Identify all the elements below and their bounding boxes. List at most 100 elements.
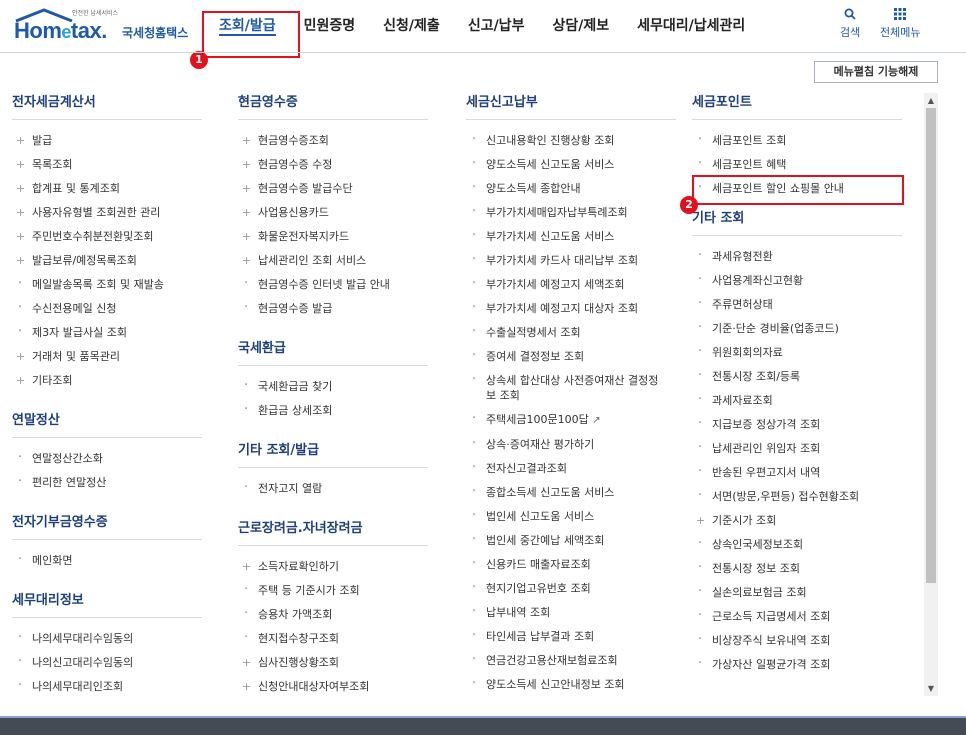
menu-item[interactable]: 심사진행상황조회	[238, 650, 428, 674]
menu-item[interactable]: 전자신고결과조회	[466, 456, 676, 480]
menu-item[interactable]: 세금포인트 조회	[692, 128, 902, 152]
gnb-apply-submit[interactable]: 신청/제출	[369, 0, 454, 52]
menu-item[interactable]: 상속·증여재산 평가하기	[466, 432, 676, 456]
menu-item[interactable]: 반송된 우편고지서 내역	[692, 460, 902, 484]
menu-item[interactable]: 상속세 합산대상 사전증여재산 결정정보 조회	[466, 368, 666, 407]
menu-item[interactable]: 양도소득세 신고안내정보 조회	[466, 672, 676, 696]
menu-item[interactable]: 신청안내대상자여부조회	[238, 674, 428, 698]
gnb-civil-certificate[interactable]: 민원증명	[290, 0, 370, 52]
menu-item[interactable]: 화물운전자복지카드	[238, 224, 428, 248]
menu-item[interactable]: 현지접수창구조회	[238, 626, 428, 650]
menu-column-3: 세금신고납부 신고내용확인 진행상황 조회 양도소득세 신고도움 서비스 양도소…	[466, 92, 676, 704]
menu-item[interactable]: 소득자료확인하기	[238, 554, 428, 578]
menu-item[interactable]: 환급금 상세조회	[238, 398, 428, 422]
menu-item[interactable]: 증여세 결정정보 조회	[466, 344, 676, 368]
menu-item[interactable]: 기타조회	[12, 368, 202, 392]
menu-item[interactable]: 신용카드 매출자료조회	[466, 552, 676, 576]
menu-item[interactable]: 편리한 연말정산	[12, 470, 202, 494]
menu-item[interactable]: 발급보류/예정목록조회	[12, 248, 202, 272]
all-menu-button[interactable]: 전체메뉴	[880, 8, 920, 40]
grid-menu-icon	[880, 8, 920, 24]
external-link-icon: ↗	[592, 415, 601, 426]
menu-item[interactable]: 주류면허상태	[692, 292, 902, 316]
highlight-box-1	[202, 11, 300, 58]
menu-item[interactable]: 과세자료조회	[692, 388, 902, 412]
menu-item[interactable]: 나의세무대리인조회	[12, 674, 202, 698]
step-badge-2: 2	[680, 196, 698, 214]
menu-item[interactable]: 현금영수증조회	[238, 128, 428, 152]
logo-wordmark: Hometax.	[14, 18, 107, 44]
menu-item[interactable]: 목록조회	[12, 152, 202, 176]
header-divider	[0, 52, 966, 53]
scrollbar-thumb[interactable]	[926, 108, 936, 583]
menu-item[interactable]: 전통시장 조회/등록	[692, 364, 902, 388]
menu-item[interactable]: 현금영수증 발급수단	[238, 176, 428, 200]
hometax-logo[interactable]: 안전한 납세서비스 Hometax. 국세청홈택스	[14, 8, 189, 44]
menu-item[interactable]: 현금영수증 발급	[238, 296, 428, 320]
menu-item[interactable]: 과세유형전환	[692, 244, 902, 268]
scroll-down-arrow-icon[interactable]: ▼	[924, 682, 938, 696]
menu-item[interactable]: 발급	[12, 128, 202, 152]
section-title-e-tax-invoice: 전자세금계산서	[12, 92, 202, 120]
menu-item[interactable]: 기준시가 조회	[692, 508, 902, 532]
menu-item[interactable]: 승용차 가액조회	[238, 602, 428, 626]
menu-item[interactable]: 현지기업고유번호 조회	[466, 576, 676, 600]
menu-item[interactable]: 메인화면	[12, 548, 202, 572]
menu-item[interactable]: 근로소득 지급명세서 조회	[692, 604, 902, 628]
menu-item[interactable]: 거래처 및 품목관리	[12, 344, 202, 368]
menu-item[interactable]: 납세관리인 조회 서비스	[238, 248, 428, 272]
menu-item[interactable]: 사업용신용카드	[238, 200, 428, 224]
menu-item[interactable]: 부가가치세 신고도움 서비스	[466, 224, 676, 248]
menu-item[interactable]: 주택 등 기준시가 조회	[238, 578, 428, 602]
menu-item[interactable]: 나의신고대리수임동의	[12, 650, 202, 674]
search-button[interactable]: 검색	[840, 8, 860, 40]
menu-item[interactable]: 부가가치세 카드사 대리납부 조회	[466, 248, 676, 272]
menu-item[interactable]: 연금건강고용산재보험료조회	[466, 648, 676, 672]
menu-item-external[interactable]: 주택세금100문100답 ↗	[466, 407, 676, 432]
menu-expand-toggle-button[interactable]: 메뉴펼침 기능해제	[814, 61, 938, 83]
menu-item[interactable]: 합계표 및 통계조회	[12, 176, 202, 200]
menu-item[interactable]: 현금영수증 수정	[238, 152, 428, 176]
gnb-report-pay[interactable]: 신고/납부	[454, 0, 539, 52]
menu-item[interactable]: 사용자유형별 조회권한 관리	[12, 200, 202, 224]
menu-item[interactable]: 법인세 신고도움 서비스	[466, 504, 676, 528]
menu-item[interactable]: 기준·단순 경비율(업종코드)	[692, 316, 902, 340]
menu-item[interactable]: 법인세 중간예납 세액조회	[466, 528, 676, 552]
menu-item[interactable]: 납세관리인 위임자 조회	[692, 436, 902, 460]
menu-item[interactable]: 주민번호수취분전환및조회	[12, 224, 202, 248]
menu-item[interactable]: 사업용계좌신고현황	[692, 268, 902, 292]
menu-item[interactable]: 실손의료보험금 조회	[692, 580, 902, 604]
menu-item[interactable]: 메일발송목록 조회 및 재발송	[12, 272, 202, 296]
gnb-consult-report[interactable]: 상담/제보	[538, 0, 623, 52]
menu-item[interactable]: 타인세금 납부결과 조회	[466, 624, 676, 648]
menu-item[interactable]: 세금포인트 혜택	[692, 152, 902, 176]
menu-item[interactable]: 부가가치세 예정고지 대상자 조회	[466, 296, 676, 320]
section-title-other-inquiry: 기타 조회	[692, 208, 902, 236]
menu-item[interactable]: 부가가치세매입자납부특례조회	[466, 200, 676, 224]
menu-item[interactable]: 수출실적명세서 조회	[466, 320, 676, 344]
menu-item[interactable]: 현금영수증 인터넷 발급 안내	[238, 272, 428, 296]
menu-item[interactable]: 국세환급금 찾기	[238, 374, 428, 398]
search-icon	[840, 8, 860, 24]
menu-item[interactable]: 위원회회의자료	[692, 340, 902, 364]
menu-item[interactable]: 종합소득세 신고도움 서비스	[466, 480, 676, 504]
menu-item[interactable]: 비상장주식 보유내역 조회	[692, 628, 902, 652]
scroll-up-arrow-icon[interactable]: ▲	[924, 94, 938, 108]
menu-item[interactable]: 수신전용메일 신청	[12, 296, 202, 320]
menu-item[interactable]: 연말정산간소화	[12, 446, 202, 470]
menu-item[interactable]: 전자고지 열람	[238, 476, 428, 500]
menu-item[interactable]: 신고내용확인 진행상황 조회	[466, 128, 676, 152]
menu-item[interactable]: 지급보증 정상가격 조회	[692, 412, 902, 436]
menu-item[interactable]: 상속인국세정보조회	[692, 532, 902, 556]
menu-item[interactable]: 납부내역 조회	[466, 600, 676, 624]
menu-item[interactable]: 제3자 발급사실 조회	[12, 320, 202, 344]
menu-item[interactable]: 전통시장 정보 조회	[692, 556, 902, 580]
menu-item[interactable]: 서면(방문,우편등) 접수현황조회	[692, 484, 902, 508]
logo-wordmark-e: e	[61, 22, 71, 42]
gnb-tax-agent[interactable]: 세무대리/납세관리	[623, 0, 759, 52]
menu-item[interactable]: 양도소득세 종합안내	[466, 176, 676, 200]
menu-item[interactable]: 가상자산 일평균가격 조회	[692, 652, 902, 676]
menu-item[interactable]: 부가가치세 예정고지 세액조회	[466, 272, 676, 296]
menu-item[interactable]: 나의세무대리수임동의	[12, 626, 202, 650]
menu-item[interactable]: 양도소득세 신고도움 서비스	[466, 152, 676, 176]
